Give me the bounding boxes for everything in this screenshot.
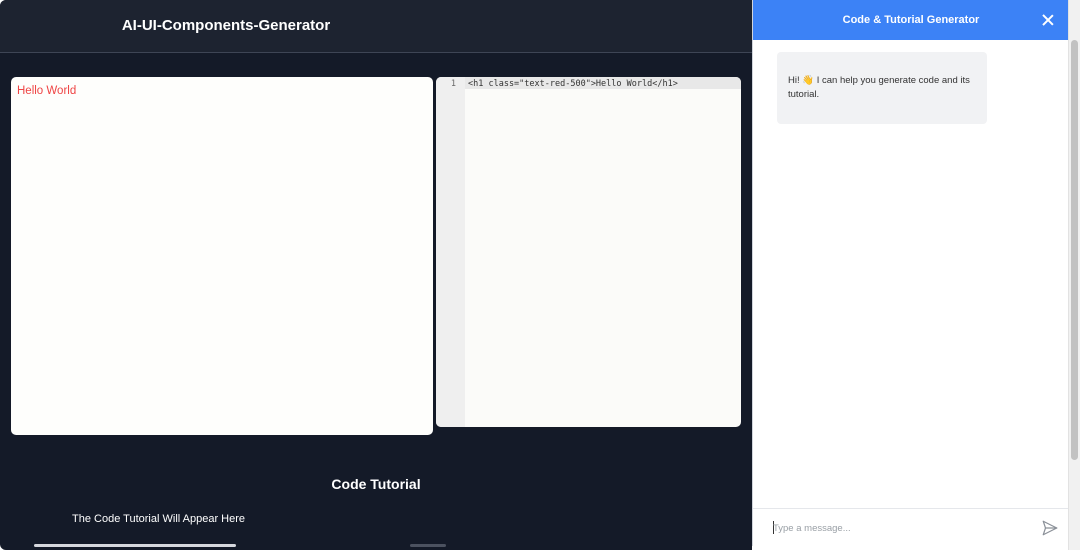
code-editor[interactable]: 1 <h1 class="text-red-500">Hello World</… [436, 77, 741, 427]
assistant-message-bubble: Hi! 👋 I can help you generate code and i… [777, 52, 987, 124]
preview-panel: Hello World [11, 77, 433, 435]
preview-heading: Hello World [17, 85, 77, 97]
assistant-message-text: Hi! 👋 I can help you generate code and i… [788, 75, 970, 100]
chat-panel: Code & Tutorial Generator Hi! 👋 I can he… [752, 0, 1069, 546]
content-divider [34, 544, 236, 547]
app-window: AI-UI-Components-Generator Hello World 1… [0, 0, 1080, 550]
line-number-gutter: 1 [436, 77, 465, 427]
content-divider-small [410, 544, 446, 547]
chat-header: Code & Tutorial Generator [753, 0, 1069, 40]
close-icon[interactable] [1040, 12, 1056, 28]
tutorial-title: Code Tutorial [331, 476, 421, 492]
app-title: AI-UI-Components-Generator [121, 17, 331, 34]
tutorial-placeholder: The Code Tutorial Will Appear Here [72, 513, 246, 525]
chat-input-bar [753, 508, 1069, 546]
generator-main-area: AI-UI-Components-Generator Hello World 1… [0, 0, 752, 550]
message-input[interactable] [773, 519, 1023, 537]
code-line[interactable]: <h1 class="text-red-500">Hello World</h1… [468, 79, 678, 89]
send-icon[interactable] [1041, 519, 1059, 537]
line-number: 1 [450, 79, 456, 89]
scrollbar-thumb[interactable] [1071, 40, 1078, 460]
window-scrollbar[interactable] [1068, 0, 1080, 550]
chat-title: Code & Tutorial Generator [842, 14, 980, 26]
app-header: AI-UI-Components-Generator [0, 0, 752, 53]
